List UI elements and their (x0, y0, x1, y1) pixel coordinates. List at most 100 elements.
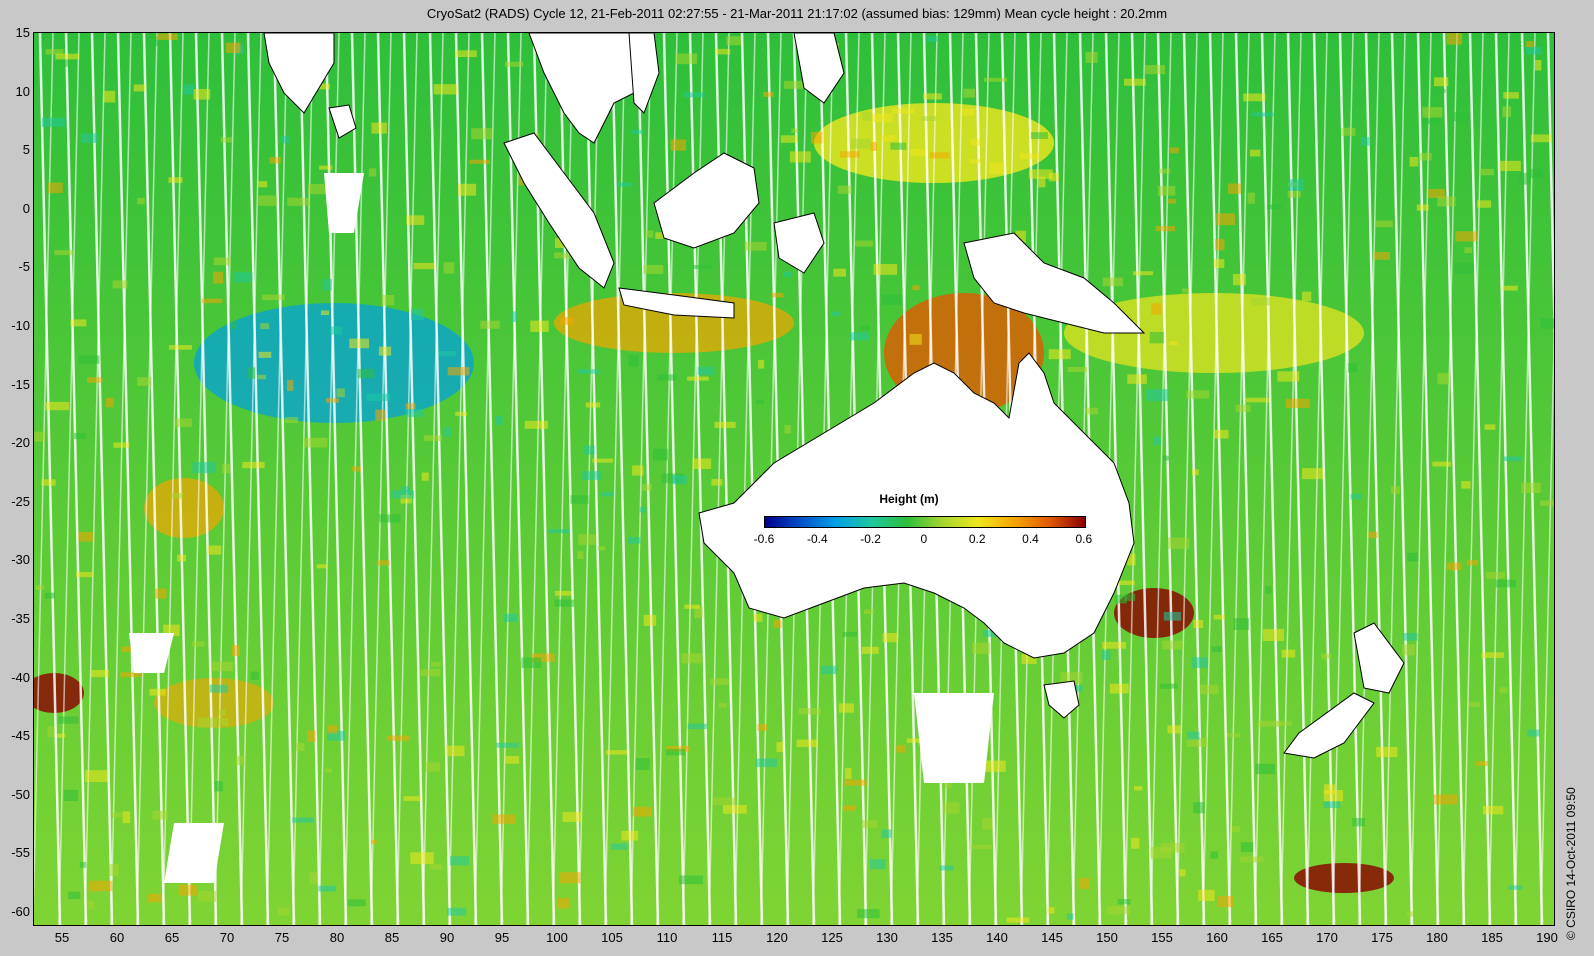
height-sample (112, 812, 122, 818)
height-sample (861, 646, 879, 654)
height-sample (577, 369, 600, 374)
height-sample (122, 811, 131, 824)
height-sample (842, 805, 857, 811)
height-sample (1163, 612, 1181, 621)
height-sample (1249, 149, 1261, 157)
y-tick-label: -60 (11, 904, 30, 919)
height-sample (683, 92, 706, 98)
height-sample (943, 802, 960, 814)
height-sample (57, 716, 79, 724)
y-tick-label: -50 (11, 786, 30, 802)
height-sample (48, 182, 63, 194)
height-sample (1134, 786, 1143, 791)
height-sample (170, 492, 184, 499)
height-sample (349, 338, 369, 349)
height-sample (581, 471, 603, 480)
height-sample (379, 514, 401, 523)
height-sample (505, 755, 520, 764)
height-sample (1127, 374, 1147, 384)
height-sample (1102, 641, 1126, 649)
height-sample (1231, 826, 1241, 833)
height-sample (222, 464, 231, 474)
height-sample (1419, 152, 1432, 161)
height-sample (1107, 905, 1130, 915)
height-sample (606, 750, 628, 755)
height-sample (1214, 239, 1225, 251)
height-sample (405, 408, 424, 417)
height-sample (1452, 112, 1470, 122)
height-sample (692, 458, 712, 469)
height-sample (578, 534, 597, 545)
height-sample (1191, 469, 1199, 476)
height-sample (1085, 407, 1099, 415)
height-sample (838, 703, 855, 713)
height-sample (670, 139, 687, 151)
height-sample (610, 843, 628, 850)
height-sample (985, 760, 1006, 772)
height-sample (257, 374, 267, 380)
height-sample (80, 133, 99, 143)
height-sample (755, 399, 764, 405)
height-sample (1482, 805, 1504, 815)
height-sample (177, 554, 186, 562)
x-tick-label: 85 (384, 930, 400, 945)
height-sample (303, 437, 328, 448)
height-sample (429, 864, 443, 870)
y-tick-label: -10 (11, 318, 30, 333)
height-sample (1360, 136, 1370, 146)
height-sample (425, 762, 441, 772)
height-sample (447, 367, 470, 376)
x-tick-label: 110 (656, 930, 678, 945)
height-sample (1521, 482, 1541, 494)
height-sample (103, 90, 116, 103)
height-sample (921, 116, 937, 121)
height-sample (79, 861, 87, 868)
x-tick-label: 135 (931, 930, 953, 945)
height-sample (1434, 77, 1449, 87)
height-sample (455, 50, 477, 58)
x-tick-label: 120 (766, 930, 788, 945)
height-sample (494, 415, 503, 426)
x-tick-label: 55 (54, 930, 70, 945)
height-sample (1352, 818, 1365, 827)
height-sample (1232, 273, 1246, 286)
height-sample (386, 735, 410, 741)
x-tick-label: 105 (601, 930, 623, 945)
height-sample (1422, 107, 1443, 118)
height-sample (970, 139, 981, 146)
height-sample (1167, 199, 1176, 204)
height-sample (984, 77, 1008, 82)
height-sample (1437, 372, 1450, 385)
height-sample (1347, 363, 1358, 373)
height-sample (250, 671, 259, 680)
height-sample (1301, 468, 1324, 480)
height-sample (242, 461, 265, 469)
height-sample (1252, 112, 1274, 117)
height-sample (35, 585, 45, 590)
height-sample (133, 84, 146, 92)
height-sample (1481, 652, 1505, 658)
x-tick-label: 175 (1371, 930, 1393, 945)
height-sample (693, 264, 713, 270)
height-sample (1499, 687, 1508, 693)
height-sample (183, 84, 195, 95)
x-tick-label: 80 (329, 930, 345, 945)
height-sample (592, 458, 614, 463)
height-sample (207, 545, 222, 555)
height-sample (881, 294, 903, 305)
height-sample (850, 138, 871, 149)
height-sample (318, 885, 336, 892)
height-sample (687, 723, 707, 729)
height-sample (480, 320, 500, 329)
height-sample (1321, 653, 1331, 659)
height-sample (577, 551, 584, 559)
y-tick-label: -30 (11, 552, 30, 568)
height-sample (837, 185, 852, 194)
height-sample (113, 442, 130, 448)
y-tick-label: -25 (11, 493, 30, 509)
height-sample (912, 285, 920, 291)
height-sample (1085, 51, 1098, 63)
height-sample (280, 135, 290, 144)
far-southwest-gap-land (164, 823, 224, 883)
height-sample (247, 367, 256, 379)
